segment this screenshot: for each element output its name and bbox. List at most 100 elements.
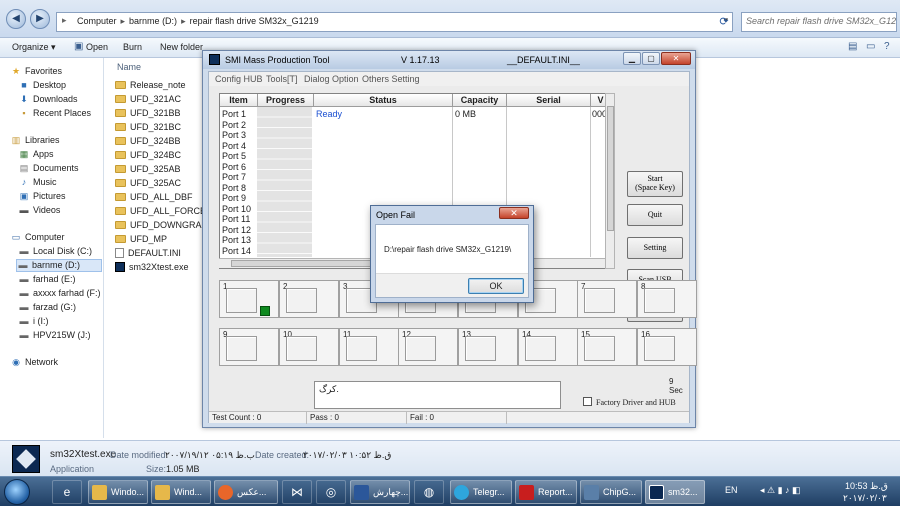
nav-axxx-f[interactable]: ▬ axxxx farhad (F:)	[18, 288, 101, 301]
log-textbox[interactable]: کرگ.	[314, 381, 561, 409]
taskbar-item[interactable]: عکس...	[214, 480, 278, 504]
list-item[interactable]: sm32Xtest.exe	[115, 262, 189, 275]
address-field[interactable]: ▸ Computer ▸ barnme (D:) ▸ repair flash driv…	[56, 12, 733, 32]
taskbar-item-active[interactable]: sm32...	[645, 480, 705, 504]
maximize-button[interactable]: ▢	[642, 52, 660, 65]
videos-icon: ▬	[19, 205, 29, 215]
port-tile[interactable]: 11	[339, 328, 399, 366]
menu-config-hub[interactable]: Config HUB	[215, 74, 263, 84]
port-tile[interactable]: 9	[219, 328, 279, 366]
port-tile[interactable]: 14	[518, 328, 578, 366]
back-button[interactable]: ◀	[6, 9, 26, 29]
factory-driver-checkbox[interactable]: Factory Driver and HUB	[583, 397, 676, 407]
port-label: Port 5	[222, 151, 247, 161]
minimize-button[interactable]: ▁	[623, 52, 641, 65]
folder-icon	[115, 95, 126, 103]
search-input[interactable]: Search repair flash drive SM32x_G1219	[741, 12, 897, 32]
list-item[interactable]: UFD_ALL_FORCEID	[115, 206, 215, 219]
taskbar-item[interactable]: Wind...	[151, 480, 211, 504]
nav-farzad-g[interactable]: ▬ farzad (G:)	[18, 302, 77, 315]
port-tile[interactable]: 10	[279, 328, 339, 366]
port-tile[interactable]: 15	[577, 328, 637, 366]
port-tile[interactable]: 2	[279, 280, 339, 318]
ok-button[interactable]: OK	[468, 278, 524, 294]
nav-i-drive[interactable]: ▬ i (I:)	[18, 316, 49, 329]
port-tile[interactable]: 13	[458, 328, 518, 366]
breadcrumb-computer[interactable]: Computer	[77, 16, 117, 26]
list-item[interactable]: DEFAULT.INI	[115, 248, 181, 261]
breadcrumb-folder[interactable]: repair flash drive SM32x_G1219	[190, 16, 319, 26]
clock-time[interactable]: 10:53 ق.ظ	[845, 481, 888, 492]
nav-music[interactable]: ♪ Music	[18, 177, 57, 190]
nav-barnme-d[interactable]: ▬ barnme (D:)	[16, 259, 102, 272]
list-item[interactable]: UFD_325AC	[115, 178, 181, 191]
tray-icons[interactable]: ◂ ⚠ ▮ ♪ ◧	[760, 485, 801, 496]
taskbar-item[interactable]: Windo...	[88, 480, 148, 504]
open-button[interactable]: Open	[86, 42, 108, 52]
help-icon[interactable]: ?	[884, 41, 890, 52]
menu-tools[interactable]: Tools[T]	[266, 74, 298, 84]
list-item[interactable]: UFD_MP	[115, 234, 167, 247]
chrome-icon[interactable]: ◎	[316, 480, 346, 504]
nav-recent-places[interactable]: ▪ Recent Places	[18, 108, 91, 121]
port-tile[interactable]: 1	[219, 280, 279, 318]
taskbar-item[interactable]: ChipG...	[580, 480, 642, 504]
taskbar-item[interactable]: Telegr...	[450, 480, 512, 504]
nav-documents[interactable]: ▤ Documents	[18, 163, 79, 176]
nav-desktop[interactable]: ■ Desktop	[18, 80, 66, 93]
port-tile[interactable]: 7	[577, 280, 637, 318]
dialog-close-button[interactable]: ✕	[499, 207, 529, 219]
list-item[interactable]: Release_note	[115, 80, 186, 93]
setting-button[interactable]: Setting	[627, 237, 683, 259]
list-item[interactable]: UFD_321BC	[115, 122, 181, 135]
visual-studio-icon[interactable]: ⋈	[282, 480, 312, 504]
port-tile[interactable]: 16	[637, 328, 697, 366]
nav-local-disk-c[interactable]: ▬ Local Disk (C:)	[18, 246, 93, 259]
list-item[interactable]: UFD_ALL_DBF	[115, 192, 193, 205]
smi-title-bar[interactable]: SMI Mass Production Tool V 1.17.13 __DEF…	[203, 51, 695, 69]
menu-dialog-option[interactable]: Dialog Option	[304, 74, 359, 84]
view-icon[interactable]: ▤	[848, 41, 857, 52]
nav-pictures[interactable]: ▣ Pictures	[18, 191, 66, 204]
app-icon[interactable]: ◍	[414, 480, 444, 504]
new-folder-button[interactable]: New folder	[160, 42, 203, 52]
close-button[interactable]: ✕	[661, 52, 691, 65]
start-button[interactable]: Start (Space Key)	[627, 171, 683, 197]
taskbar-item[interactable]: چهارش...	[350, 480, 410, 504]
nav-network[interactable]: ◉ Network	[10, 357, 58, 370]
vertical-scrollbar[interactable]	[605, 93, 615, 269]
preview-pane-icon[interactable]: ▭	[866, 41, 875, 52]
menu-others-setting[interactable]: Others Setting	[362, 74, 420, 84]
organize-button[interactable]: Organize ▾	[12, 42, 56, 53]
checkbox-box[interactable]	[583, 397, 592, 406]
taskbar-item[interactable]: Report...	[515, 480, 577, 504]
nav-farhad-e[interactable]: ▬ farhad (E:)	[18, 274, 76, 287]
nav-downloads[interactable]: ⬇ Downloads	[18, 94, 77, 107]
breadcrumb-drive[interactable]: barnme (D:)	[129, 16, 177, 26]
list-item[interactable]: UFD_324BB	[115, 136, 181, 149]
start-orb-button[interactable]	[4, 479, 30, 505]
list-item[interactable]: UFD_321BB	[115, 108, 181, 121]
refresh-icon[interactable]: ⟳	[714, 12, 734, 32]
language-indicator[interactable]: EN	[725, 485, 738, 495]
nav-libraries[interactable]: ▥ Libraries	[10, 135, 60, 148]
nav-hpv-j[interactable]: ▬ HPV215W (J:)	[18, 330, 91, 343]
nav-apps[interactable]: ▦ Apps	[18, 149, 54, 162]
port-tile[interactable]: 8	[637, 280, 697, 318]
list-item[interactable]: UFD_DOWNGRADE	[115, 220, 214, 233]
list-item[interactable]: UFD_321AC	[115, 94, 181, 107]
ie-icon[interactable]: e	[52, 480, 82, 504]
forward-button[interactable]: ▶	[30, 9, 50, 29]
list-item[interactable]: UFD_324BC	[115, 150, 181, 163]
nav-videos[interactable]: ▬ Videos	[18, 205, 61, 218]
nav-computer[interactable]: ▭ Computer	[10, 232, 65, 245]
scroll-thumb[interactable]	[607, 106, 614, 231]
clock-date[interactable]: ۲۰۱۷/۰۲/۰۳	[843, 493, 887, 504]
port-tile[interactable]: 12	[398, 328, 458, 366]
column-header-name[interactable]: Name	[117, 62, 141, 72]
apps-icon: ▦	[19, 149, 29, 159]
burn-button[interactable]: Burn	[123, 42, 142, 52]
quit-button[interactable]: Quit	[627, 204, 683, 226]
nav-favorites[interactable]: ★ Favorites	[10, 66, 62, 79]
list-item[interactable]: UFD_325AB	[115, 164, 181, 177]
